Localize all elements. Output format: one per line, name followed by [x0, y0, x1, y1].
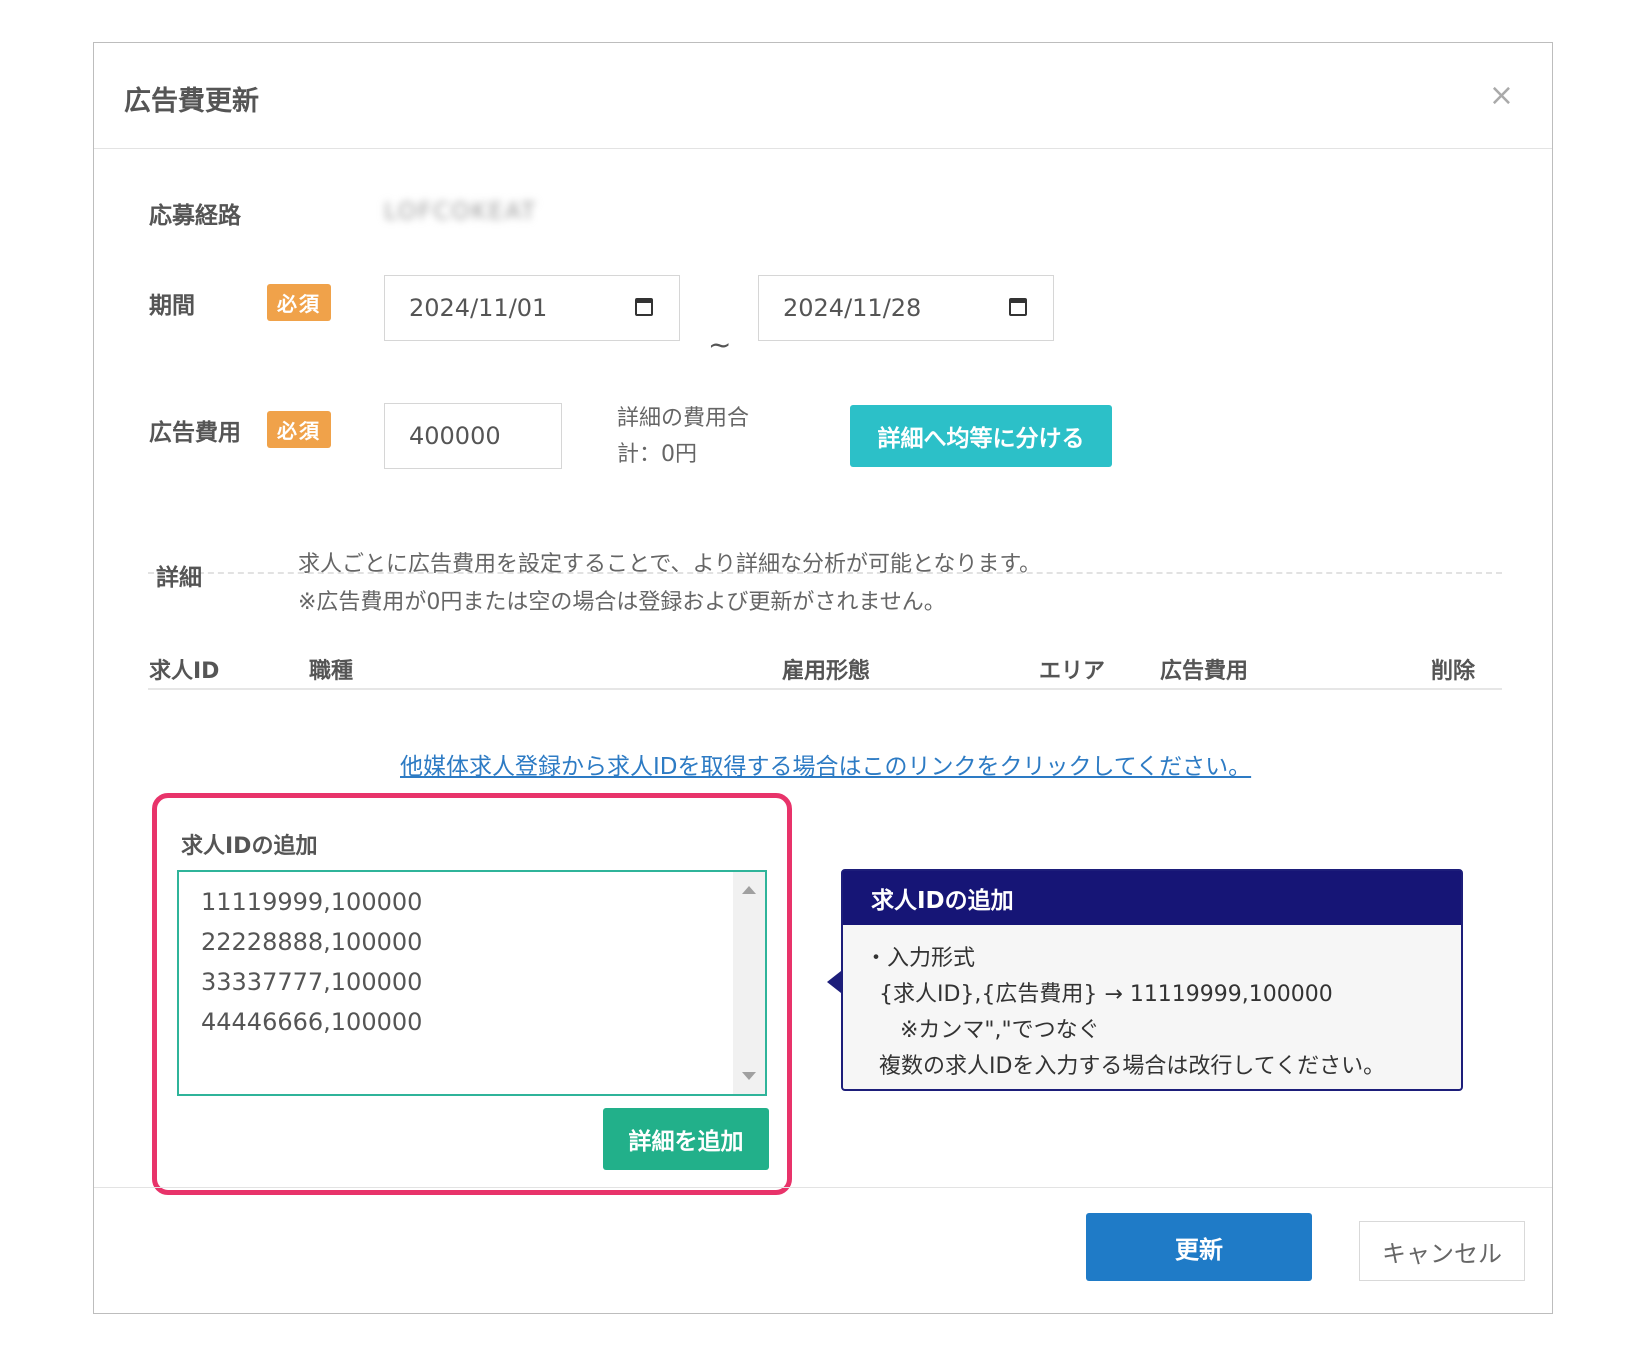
- calendar-icon[interactable]: [635, 298, 653, 316]
- detail-sum-line1: 詳細の費用合: [617, 406, 750, 431]
- cost-input[interactable]: 400000: [384, 403, 562, 469]
- column-job-id: 求人ID: [149, 659, 220, 684]
- job-id-line: 22228888,100000: [201, 928, 423, 956]
- column-ad-cost: 広告費用: [1160, 659, 1249, 684]
- range-separator: ~: [708, 328, 732, 361]
- other-media-link[interactable]: 他媒体求人登録から求人IDを取得する場合はこのリンクをクリックしてください。: [400, 747, 1251, 781]
- detail-sum-line2: 計：0円: [617, 442, 697, 467]
- period-label: 期間: [149, 293, 195, 319]
- tooltip-line: ・入力形式: [865, 946, 976, 971]
- close-icon[interactable]: ×: [1489, 81, 1514, 111]
- ad-cost-update-dialog: 広告費更新 × 応募経路 LOFCOKEAT 期間 必須 2024/11/01 …: [93, 42, 1553, 1314]
- dialog-title: 広告費更新: [124, 86, 259, 117]
- scroll-down-icon[interactable]: [742, 1072, 756, 1080]
- scroll-up-icon[interactable]: [742, 886, 756, 894]
- details-label: 詳細: [156, 565, 202, 591]
- add-job-ids-panel: 求人IDの追加 11119999,100000 22228888,100000 …: [152, 793, 792, 1195]
- details-description: 求人ごとに広告費用を設定することで、より詳細な分析が可能となります。 ※広告費用…: [298, 546, 1041, 622]
- job-ids-textarea[interactable]: 11119999,100000 22228888,100000 33337777…: [177, 870, 767, 1096]
- period-required-badge: 必須: [267, 284, 331, 321]
- job-ids-lines: 11119999,100000 22228888,100000 33337777…: [201, 882, 422, 1042]
- route-label: 応募経路: [149, 203, 241, 229]
- dialog-header: 広告費更新 ×: [94, 43, 1552, 149]
- tooltip-line: 複数の求人IDを入力する場合は改行してください。: [865, 1054, 1386, 1079]
- end-date-input[interactable]: 2024/11/28: [758, 275, 1054, 341]
- textarea-scrollbar[interactable]: [733, 872, 765, 1094]
- route-value: LOFCOKEAT: [384, 199, 538, 225]
- column-employment-type: 雇用形態: [782, 659, 871, 684]
- column-occupation: 職種: [309, 659, 354, 684]
- calendar-icon[interactable]: [1009, 298, 1027, 316]
- add-job-ids-title: 求人IDの追加: [181, 834, 318, 859]
- format-help-tooltip: 求人IDの追加 ・入力形式 {求人ID},{広告費用} → 11119999,1…: [827, 869, 1463, 1091]
- tooltip-body: ・入力形式 {求人ID},{広告費用} → 11119999,100000 ※カ…: [865, 941, 1385, 1085]
- job-id-line: 33337777,100000: [201, 968, 423, 996]
- job-id-line: 11119999,100000: [201, 888, 423, 916]
- add-details-button[interactable]: 詳細を追加: [603, 1108, 769, 1170]
- tooltip-title: 求人IDの追加: [843, 871, 1461, 925]
- cost-required-badge: 必須: [267, 411, 331, 448]
- detail-sum-text: 詳細の費用合 計：0円: [617, 401, 749, 473]
- tooltip-line: {求人ID},{広告費用} → 11119999,100000: [865, 982, 1333, 1007]
- tooltip-line: ※カンマ","でつなぐ: [865, 1018, 1100, 1043]
- footer-divider: [94, 1187, 1552, 1188]
- job-id-line: 44446666,100000: [201, 1008, 423, 1036]
- details-desc-line2: ※広告費用が0円または空の場合は登録および更新がされません。: [298, 590, 946, 615]
- tooltip-pointer: [827, 971, 841, 993]
- update-button[interactable]: 更新: [1086, 1213, 1312, 1281]
- start-date-input[interactable]: 2024/11/01: [384, 275, 680, 341]
- cost-input-value: 400000: [409, 422, 501, 450]
- column-delete: 削除: [1431, 659, 1476, 684]
- table-header-divider: [148, 688, 1502, 690]
- column-area: エリア: [1039, 659, 1106, 684]
- cost-label: 広告費用: [149, 420, 241, 446]
- end-date-value: 2024/11/28: [783, 294, 922, 322]
- cancel-button[interactable]: キャンセル: [1359, 1221, 1525, 1281]
- split-evenly-button[interactable]: 詳細へ均等に分ける: [850, 405, 1112, 467]
- start-date-value: 2024/11/01: [409, 294, 548, 322]
- details-desc-line1: 求人ごとに広告費用を設定することで、より詳細な分析が可能となります。: [298, 552, 1042, 577]
